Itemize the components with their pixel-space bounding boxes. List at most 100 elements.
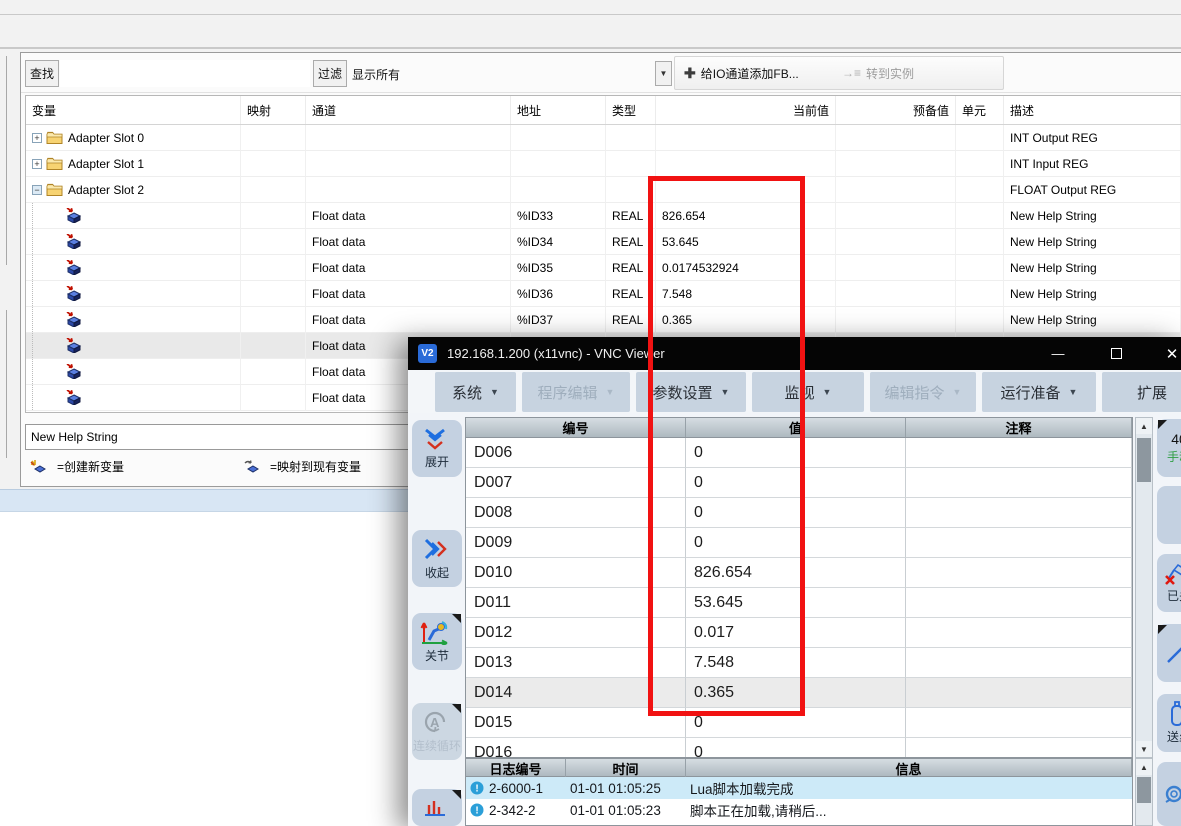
table-row[interactable]: Float data%ID33REAL826.654New Help Strin…: [26, 203, 1181, 229]
register-row[interactable]: D0070: [466, 468, 1132, 498]
table-scrollbar[interactable]: ▲ ▼: [1135, 417, 1153, 758]
menu-item-参数设置[interactable]: 参数设置▼: [636, 372, 746, 412]
register-value-cell: 0: [686, 528, 906, 558]
column-header-0[interactable]: 变量: [26, 96, 241, 124]
log-column-header-2[interactable]: 信息: [686, 759, 1132, 778]
close-button[interactable]: ✕: [1158, 337, 1181, 370]
tree-expander-icon[interactable]: +: [32, 159, 42, 169]
table-row[interactable]: Float data%ID35REAL0.0174532924New Help …: [26, 255, 1181, 281]
column-header-6[interactable]: 预备值: [836, 96, 956, 124]
scroll-up-icon[interactable]: ▲: [1136, 418, 1152, 434]
log-row[interactable]: !2-342-201-01 01:05:23脚本正在加载,请稍后...: [466, 799, 1132, 821]
sidebar-button-展开[interactable]: 展开: [412, 420, 462, 477]
menu-item-运行准备[interactable]: 运行准备▼: [982, 372, 1096, 412]
column-header-7[interactable]: 单元: [956, 96, 1004, 124]
register-row[interactable]: D0090: [466, 528, 1132, 558]
table-row[interactable]: Float data%ID37REAL0.365New Help String: [26, 307, 1181, 333]
register-id-cell: D016: [466, 738, 686, 758]
table-row[interactable]: +Adapter Slot 0INT Output REG: [26, 125, 1181, 151]
register-value-cell: 826.654: [686, 558, 906, 588]
add-fb-button[interactable]: ✚ 给IO通道添加FB...: [678, 58, 805, 88]
vnc-title-bar[interactable]: V2 192.168.1.200 (x11vnc) - VNC Viewer —…: [408, 337, 1181, 370]
menu-item-监视[interactable]: 监视▼: [752, 372, 864, 412]
register-value-cell: 0: [686, 738, 906, 758]
log-row[interactable]: !2-6000-101-01 01:05:25Lua脚本加载完成: [466, 777, 1132, 799]
filter-combo-arrow-icon[interactable]: ▼: [655, 61, 672, 86]
right-panel-button-1[interactable]: [1157, 486, 1181, 544]
column-header-1[interactable]: 映射: [241, 96, 306, 124]
variable-cell: [26, 359, 241, 385]
register-id-cell: D015: [466, 708, 686, 738]
menu-item-扩展[interactable]: 扩展: [1102, 372, 1181, 412]
left-panel-edge-1: [6, 56, 7, 265]
log-time-cell: 01-01 01:05:25: [566, 777, 686, 799]
column-header-4[interactable]: 类型: [606, 96, 656, 124]
right-panel-button-3[interactable]: [1157, 624, 1181, 682]
variable-cell: +Adapter Slot 1: [26, 151, 241, 177]
maximize-button[interactable]: [1102, 337, 1130, 370]
log-scroll-up-icon[interactable]: ▲: [1136, 759, 1152, 775]
mapping-cell: [241, 281, 306, 307]
register-comment-cell: [906, 648, 1132, 678]
log-column-header-1[interactable]: 时间: [566, 759, 686, 778]
legend-map-existing: =映射到现有变量: [243, 458, 361, 475]
menu-item-系统[interactable]: 系统▼: [435, 372, 516, 412]
column-header-3[interactable]: 地址: [511, 96, 606, 124]
right-panel-button-送丝[interactable]: 送丝: [1157, 694, 1181, 752]
register-row[interactable]: D0140.365: [466, 678, 1132, 708]
register-row[interactable]: D01153.645: [466, 588, 1132, 618]
register-value-cell: 0.365: [686, 678, 906, 708]
filter-button[interactable]: 过滤: [313, 60, 347, 87]
right-panel-button-已关[interactable]: 已关: [1157, 554, 1181, 612]
table-row[interactable]: Float data%ID36REAL7.548New Help String: [26, 281, 1181, 307]
table-scrollbar-thumb[interactable]: [1137, 438, 1151, 482]
register-row[interactable]: D0080: [466, 498, 1132, 528]
line-tool-icon: [1164, 640, 1181, 666]
column-header-2[interactable]: 通道: [306, 96, 511, 124]
svg-text:A: A: [430, 715, 440, 730]
prepared-value-cell: [836, 125, 956, 151]
right-panel-button-5[interactable]: [1157, 762, 1181, 826]
sidebar-button-关节[interactable]: 关节: [412, 613, 462, 670]
column-header-8[interactable]: 描述: [1004, 96, 1181, 124]
search-input[interactable]: [60, 60, 310, 87]
right-button-label: 已关: [1167, 587, 1181, 604]
log-scrollbar[interactable]: ▲: [1135, 758, 1153, 826]
register-row[interactable]: D0120.017: [466, 618, 1132, 648]
register-row[interactable]: D0150: [466, 708, 1132, 738]
type-cell: REAL: [606, 307, 656, 333]
goto-instance-button[interactable]: →≡ 转到实例: [836, 58, 920, 88]
log-column-header-0[interactable]: 日志编号: [466, 759, 566, 778]
tree-expander-icon[interactable]: +: [32, 133, 42, 143]
register-row[interactable]: D0060: [466, 438, 1132, 468]
plus-icon: ✚: [684, 65, 696, 82]
menu-item-编辑指令[interactable]: 编辑指令▼: [870, 372, 976, 412]
register-row[interactable]: D010826.654: [466, 558, 1132, 588]
column-header-5[interactable]: 当前值: [656, 96, 836, 124]
sidebar-button-收起[interactable]: 收起: [412, 530, 462, 587]
minimize-button[interactable]: —: [1044, 337, 1072, 370]
table-row[interactable]: −Adapter Slot 2FLOAT Output REG: [26, 177, 1181, 203]
find-button[interactable]: 查找: [25, 60, 59, 87]
description-cell: New Help String: [1004, 307, 1181, 333]
scroll-down-icon[interactable]: ▼: [1136, 741, 1152, 757]
table-row[interactable]: +Adapter Slot 1INT Input REG: [26, 151, 1181, 177]
menu-item-程序编辑[interactable]: 程序编辑▼: [522, 372, 630, 412]
variable-icon: [66, 390, 82, 405]
table-row[interactable]: Float data%ID34REAL53.645New Help String: [26, 229, 1181, 255]
register-column-header-0[interactable]: 编号: [466, 418, 686, 437]
tree-indent: [32, 229, 66, 254]
register-row[interactable]: D0160: [466, 738, 1132, 758]
filter-combo-value[interactable]: 显示所有: [352, 66, 400, 83]
register-column-header-1[interactable]: 值: [686, 418, 906, 437]
sidebar-button-partial[interactable]: [412, 789, 462, 826]
register-row[interactable]: D0137.548: [466, 648, 1132, 678]
log-row[interactable]: !1-926-101-01 00:22:23伺服没有打开，请先打开伺服: [466, 821, 1132, 826]
register-comment-cell: [906, 738, 1132, 758]
sidebar-button-连续循环[interactable]: A连续循环: [412, 703, 462, 760]
log-id-text: 2-342-2: [489, 803, 536, 818]
tree-expander-icon[interactable]: −: [32, 185, 42, 195]
register-column-header-2[interactable]: 注释: [906, 418, 1132, 437]
right-panel-button-40[interactable]: 40手动: [1157, 419, 1181, 477]
log-scrollbar-thumb[interactable]: [1137, 777, 1151, 803]
